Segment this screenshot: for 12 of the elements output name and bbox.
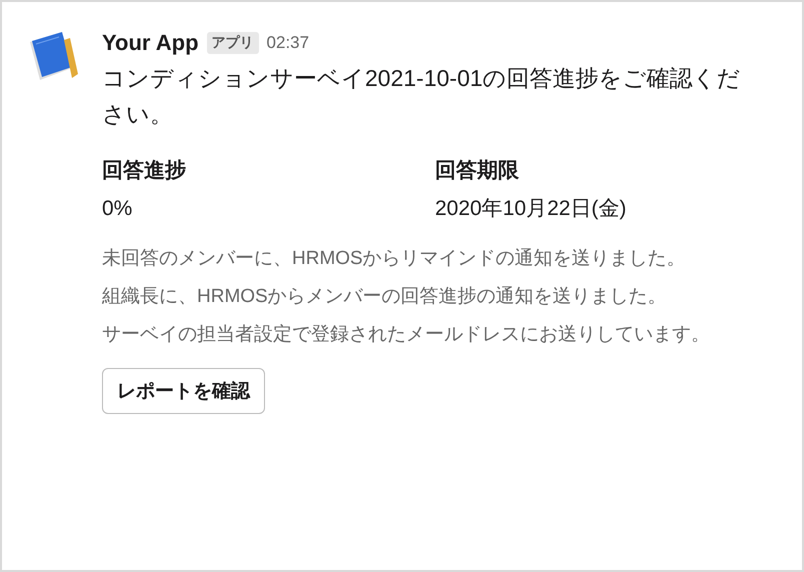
message-text: コンディションサーベイ2021-10-01の回答進捗をご確認ください。 (102, 64, 742, 129)
sender-name: Your App (102, 30, 199, 56)
context-note: サーベイの担当者設定で登録されたメールドレスにお送りしています。 (102, 323, 711, 347)
field-value: 0% (102, 196, 134, 222)
context-note: 未回答のメンバーに、HRMOSからリマインドの通知を送りました。 (102, 247, 687, 271)
field-label: 回答期限 (435, 158, 520, 184)
view-report-button[interactable]: レポートを確認 (102, 368, 265, 414)
field-value: 2020年10月22日(金) (435, 196, 628, 222)
context-note: 組織長に、HRMOSからメンバーの回答進捗の通知を送りました。 (102, 285, 668, 309)
app-badge: アプリ (206, 32, 259, 54)
timestamp: 02:37 (266, 33, 310, 53)
field-label: 回答進捗 (102, 158, 187, 184)
